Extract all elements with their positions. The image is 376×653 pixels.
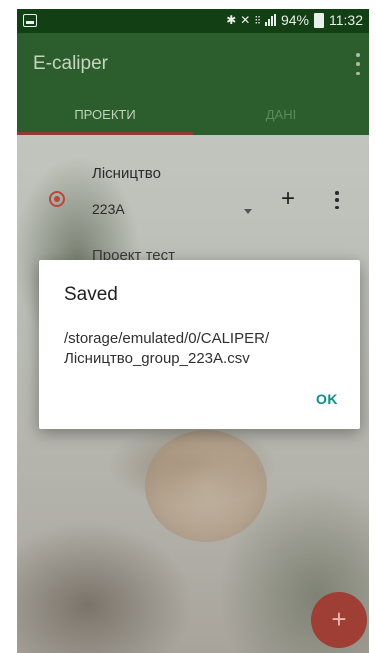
tab-bar: ПРОЕКТИ ДАНІ bbox=[17, 101, 369, 135]
group-select[interactable]: 223A bbox=[92, 197, 252, 223]
background-photo bbox=[145, 430, 267, 542]
tab-projects[interactable]: ПРОЕКТИ bbox=[17, 101, 193, 135]
battery-percent: 94% bbox=[280, 12, 309, 28]
add-project-fab[interactable]: + bbox=[311, 592, 367, 648]
status-icons: ✱ ✕ ⁝⁝ 94% 11:32 bbox=[226, 12, 363, 28]
tab-data[interactable]: ДАНІ bbox=[193, 101, 369, 135]
app-bar: E-caliper ПРОЕКТИ ДАНІ bbox=[17, 33, 369, 135]
signal-icon bbox=[264, 14, 276, 26]
phone-screen: ✱ ✕ ⁝⁝ 94% 11:32 E-caliper ПРОЕКТИ ДАНІ … bbox=[17, 9, 369, 653]
dialog-title: Saved bbox=[64, 284, 118, 305]
row-menu-icon[interactable] bbox=[334, 191, 340, 209]
status-bar: ✱ ✕ ⁝⁝ 94% 11:32 bbox=[17, 9, 369, 33]
saved-dialog: Saved /storage/emulated/0/CALIPER/ Лісни… bbox=[39, 260, 360, 429]
battery-icon bbox=[314, 12, 324, 28]
dropdown-arrow-icon bbox=[244, 209, 252, 214]
app-title: E-caliper bbox=[33, 53, 108, 74]
bluetooth-icon: ✱ bbox=[226, 13, 236, 27]
add-group-button[interactable]: + bbox=[281, 187, 295, 211]
network-icon: ⁝⁝ bbox=[254, 13, 261, 27]
clock: 11:32 bbox=[329, 12, 363, 28]
screenshot-notification-icon bbox=[23, 14, 37, 27]
group-select-value: 223A bbox=[92, 201, 125, 217]
dialog-filename: Лісництво_group_223A.csv bbox=[64, 350, 250, 367]
overflow-menu-icon[interactable] bbox=[353, 53, 363, 75]
ok-button[interactable]: OK bbox=[316, 391, 338, 407]
dialog-message: /storage/emulated/0/CALIPER/ Лісництво_g… bbox=[64, 329, 344, 369]
dialog-path: /storage/emulated/0/CALIPER/ bbox=[64, 330, 270, 347]
mute-icon: ✕ bbox=[240, 13, 250, 27]
forestry-label: Лісництво bbox=[92, 165, 161, 182]
project-radio-button[interactable] bbox=[49, 191, 65, 207]
